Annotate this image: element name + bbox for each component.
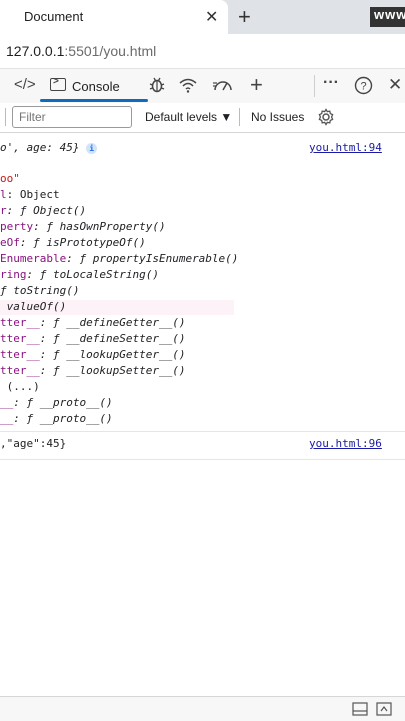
property-value: ƒ toString(): [0, 284, 80, 297]
console-icon: [50, 76, 66, 91]
performance-gauge-icon[interactable]: [212, 77, 234, 93]
url-text[interactable]: 127.0.0.1:5501/you.html: [6, 43, 156, 59]
property-value: : ƒ __lookupSetter__(): [39, 364, 186, 377]
filter-divider: [5, 108, 6, 126]
object-property-row[interactable]: tter__: ƒ __lookupGetter__(): [0, 348, 185, 361]
log-divider-2: [0, 459, 405, 460]
settings-gear-icon[interactable]: [317, 108, 335, 126]
active-tab-indicator: [40, 99, 148, 102]
object-property-row[interactable]: __: ƒ __proto__(): [0, 396, 113, 409]
object-property-row[interactable]: l: Object: [0, 188, 60, 201]
log-divider: [0, 431, 405, 432]
object-property-row[interactable]: Enumerable: ƒ propertyIsEnumerable(): [0, 252, 238, 265]
object-property-row[interactable]: perty: ƒ hasOwnProperty(): [0, 220, 166, 233]
url-host: 127.0.0.1: [6, 43, 65, 59]
object-property-row[interactable]: eOf: ƒ isPrototypeOf(): [0, 236, 146, 249]
close-tab-icon[interactable]: ✕: [205, 7, 218, 27]
object-property-row[interactable]: (...): [0, 380, 40, 393]
property-key: tter__: [0, 316, 40, 329]
info-icon[interactable]: i: [86, 142, 98, 154]
object-property-row[interactable]: oo": [0, 172, 20, 185]
log-object-preview: o', age: 45}: [0, 141, 80, 154]
object-property-row[interactable]: __: ƒ __proto__(): [0, 412, 113, 425]
property-value: : ƒ Object(): [6, 204, 87, 217]
property-value: : ƒ __proto__(): [13, 396, 113, 409]
watermark-logo: www: [370, 7, 405, 27]
property-value: : ƒ __proto__(): [13, 412, 113, 425]
property-key: __: [0, 412, 14, 425]
property-value: : ƒ propertyIsEnumerable(): [66, 252, 239, 265]
property-value: valueOf(): [0, 300, 67, 313]
source-link-96[interactable]: you.html:96: [309, 437, 382, 450]
network-wifi-icon[interactable]: [178, 77, 198, 93]
property-value: (...): [0, 380, 40, 393]
new-tab-button[interactable]: +: [238, 4, 251, 30]
property-key: tter__: [0, 348, 40, 361]
object-property-row[interactable]: r: ƒ Object(): [0, 204, 86, 217]
property-value: : ƒ isPrototypeOf(): [19, 236, 146, 249]
property-value: : ƒ __defineGetter__(): [39, 316, 186, 329]
property-value: : ƒ __lookupGetter__(): [39, 348, 186, 361]
toolbar-divider: [314, 75, 315, 97]
property-key: Enumerable: [0, 252, 67, 265]
property-value: : ƒ hasOwnProperty(): [33, 220, 166, 233]
sources-bug-icon[interactable]: [148, 76, 166, 94]
source-link-94[interactable]: you.html:94: [309, 141, 382, 154]
more-tools-plus-icon[interactable]: +: [250, 72, 263, 98]
svg-text:?: ?: [360, 81, 366, 93]
property-key: ring: [0, 268, 27, 281]
dock-icon[interactable]: [352, 702, 368, 716]
object-property-row[interactable]: tter__: ƒ __defineGetter__(): [0, 316, 185, 329]
object-property-row[interactable]: tter__: ƒ __defineSetter__(): [0, 332, 185, 345]
object-property-row[interactable]: tter__: ƒ __lookupSetter__(): [0, 364, 185, 377]
help-icon[interactable]: ?: [354, 76, 373, 95]
close-devtools-icon[interactable]: ✕: [388, 75, 402, 95]
property-key: perty: [0, 220, 34, 233]
tab-console-label: Console: [72, 79, 120, 94]
log-entry-object[interactable]: o', age: 45} i: [0, 141, 98, 154]
levels-divider: [239, 108, 240, 126]
log-entry-json[interactable]: ,"age":45}: [0, 437, 66, 450]
property-value: : ƒ toLocaleString(): [26, 268, 159, 281]
property-key: l: [0, 188, 7, 201]
url-path: :5501/you.html: [64, 43, 157, 59]
object-property-row[interactable]: ƒ toString(): [0, 284, 79, 297]
object-property-row[interactable]: ring: ƒ toLocaleString(): [0, 268, 159, 281]
screencast-icon[interactable]: [376, 702, 392, 716]
property-key: tter__: [0, 332, 40, 345]
tab-console[interactable]: Console: [42, 70, 146, 102]
property-key: eOf: [0, 236, 20, 249]
more-options-icon[interactable]: ···: [323, 74, 339, 92]
devtools-status-bar: [0, 696, 405, 721]
tab-title: Document: [24, 9, 84, 24]
property-key: tter__: [0, 364, 40, 377]
filter-input[interactable]: [12, 106, 132, 128]
property-key: r: [0, 204, 7, 217]
object-property-row[interactable]: valueOf(): [0, 300, 67, 313]
default-levels-dropdown[interactable]: Default levels ▼: [145, 110, 232, 124]
property-key: oo": [0, 172, 20, 185]
property-value: : Object: [6, 188, 60, 201]
property-key: __: [0, 396, 14, 409]
elements-icon[interactable]: </>: [14, 76, 36, 93]
property-value: : ƒ __defineSetter__(): [39, 332, 186, 345]
issues-button[interactable]: No Issues: [251, 110, 304, 124]
